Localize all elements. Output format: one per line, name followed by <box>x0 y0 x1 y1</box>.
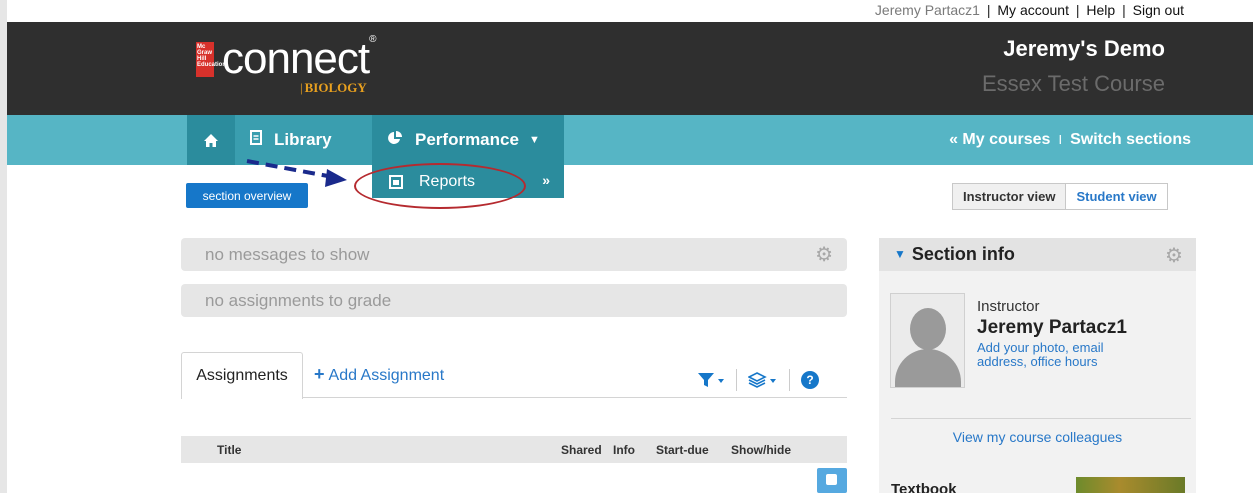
messages-bar: no messages to show ⚙ <box>181 238 847 271</box>
connect-logo[interactable]: connect® <box>222 34 377 84</box>
mcgraw-hill-logo: Mc Graw Hill Education <box>196 42 226 77</box>
view-toggle: Instructor view Student view <box>952 183 1168 210</box>
add-photo-link[interactable]: Add your photo, email address, office ho… <box>977 341 1147 369</box>
nav-home[interactable] <box>187 115 235 165</box>
logo-subject-text: BIOLOGY <box>304 80 367 95</box>
my-courses-link[interactable]: « My courses <box>949 131 1050 148</box>
switch-sections-link[interactable]: Switch sections <box>1070 131 1191 148</box>
link-separator: | <box>1122 2 1126 18</box>
column-header-title[interactable]: Title <box>217 443 241 457</box>
panel-divider <box>891 418 1191 419</box>
instructor-name: Jeremy Partacz1 <box>977 317 1127 338</box>
document-icon <box>250 130 262 150</box>
textbook-label: Textbook <box>891 481 957 493</box>
course-switcher: « My courses I Switch sections <box>949 131 1191 149</box>
column-header-show-hide[interactable]: Show/hide <box>731 443 791 457</box>
show-hide-checkbox[interactable] <box>817 468 847 493</box>
my-account-link[interactable]: My account <box>997 2 1069 18</box>
pie-chart-icon <box>387 130 403 151</box>
link-separator: | <box>1075 2 1080 18</box>
nav-performance[interactable]: Performance ▼ <box>372 115 564 165</box>
tool-separator <box>736 369 737 391</box>
logo-wordmark: connect <box>222 34 370 83</box>
instructor-role: Instructor <box>977 298 1040 315</box>
avatar-head <box>910 308 946 350</box>
tab-assignments[interactable]: Assignments <box>181 352 303 399</box>
nav-performance-label: Performance <box>415 130 519 149</box>
section-info-title[interactable]: ▼ Section info <box>894 244 1015 265</box>
avatar-body <box>895 349 961 387</box>
gear-icon[interactable]: ⚙ <box>1165 246 1183 266</box>
annotation-highlight-oval <box>354 163 526 209</box>
student-view-button[interactable]: Student view <box>1066 184 1167 209</box>
tab-underline <box>303 397 847 398</box>
collapse-icon: ▼ <box>894 247 906 261</box>
registered-mark: ® <box>369 34 376 45</box>
grading-bar: no assignments to grade <box>181 284 847 317</box>
home-icon <box>204 133 218 147</box>
gear-icon[interactable]: ⚙ <box>815 245 833 265</box>
chevron-down-icon: ▼ <box>528 134 540 146</box>
plus-icon: + <box>314 364 325 384</box>
messages-text: no messages to show <box>205 244 370 264</box>
expand-menu-icon[interactable]: » <box>542 172 550 188</box>
layers-icon[interactable] <box>748 372 778 388</box>
avatar[interactable] <box>890 293 965 388</box>
help-icon[interactable]: ? <box>801 371 819 389</box>
textbook-cover[interactable] <box>1076 477 1185 493</box>
course-title: Jeremy's Demo <box>1003 36 1165 61</box>
section-info-title-text: Section info <box>911 244 1015 264</box>
instructor-view-button[interactable]: Instructor view <box>953 184 1067 209</box>
user-links: Jeremy Partacz1 | My account | Help | Si… <box>875 2 1184 18</box>
course-subtitle: Essex Test Course <box>981 71 1165 96</box>
nav-library-label: Library <box>274 130 332 149</box>
logo-subject: | BIOLOGY <box>300 80 367 95</box>
assignments-table-header: Title Shared Info Start-due Show/hide <box>181 436 847 463</box>
column-header-info[interactable]: Info <box>613 443 635 457</box>
grading-text: no assignments to grade <box>205 290 392 310</box>
column-header-start-due[interactable]: Start-due <box>656 443 709 457</box>
sign-out-link[interactable]: Sign out <box>1133 2 1184 18</box>
tool-separator <box>789 369 790 391</box>
add-assignment-button[interactable]: + Add Assignment <box>314 364 444 385</box>
column-header-shared[interactable]: Shared <box>561 443 602 457</box>
add-assignment-label: Add Assignment <box>328 367 445 384</box>
nav-divider: I <box>1058 132 1063 147</box>
assignment-tools: ? <box>697 368 819 392</box>
help-link[interactable]: Help <box>1086 2 1115 18</box>
link-separator: | <box>986 2 991 18</box>
left-edge <box>0 0 7 493</box>
user-name: Jeremy Partacz1 <box>874 2 980 18</box>
filter-icon[interactable] <box>697 372 725 388</box>
section-overview-button[interactable]: section overview <box>186 183 308 208</box>
view-colleagues-link[interactable]: View my course colleagues <box>879 429 1196 445</box>
